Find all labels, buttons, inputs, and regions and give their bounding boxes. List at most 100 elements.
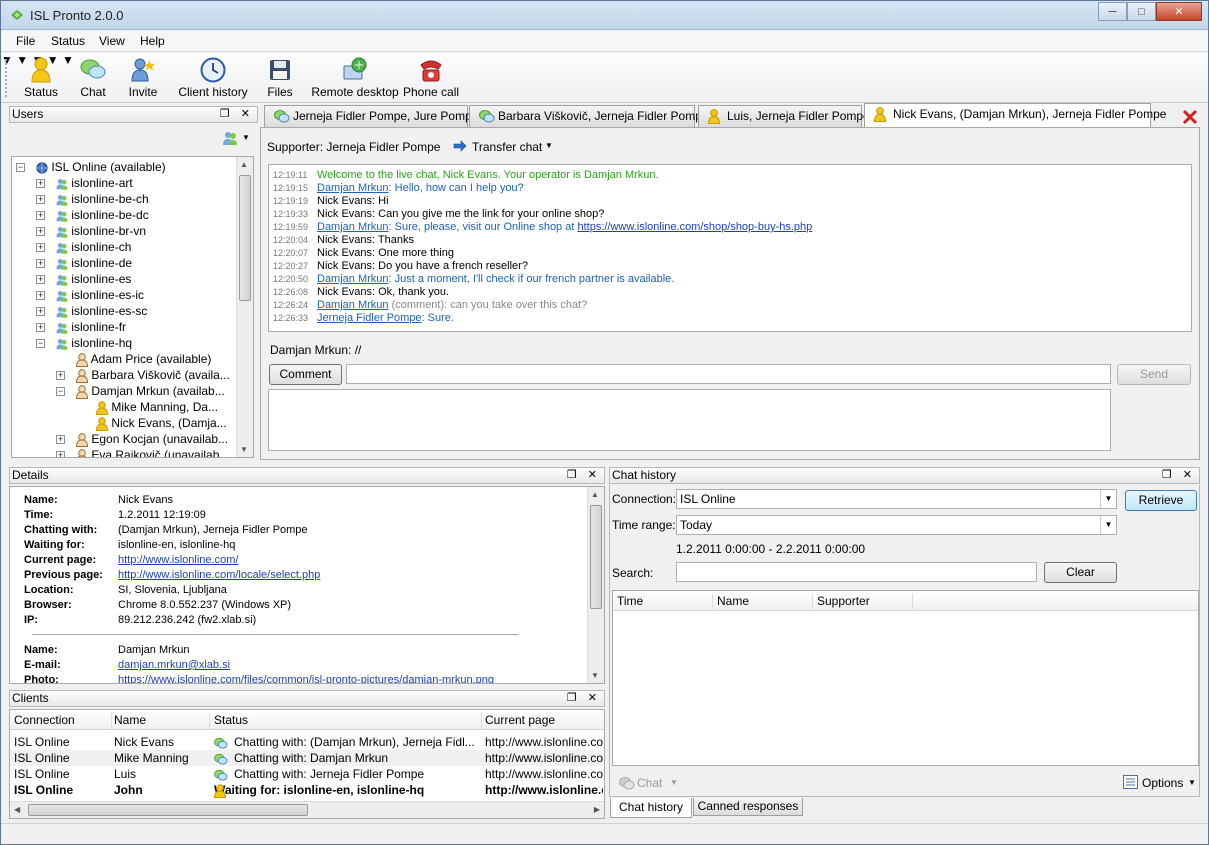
scroll-thumb[interactable] [28,804,308,816]
options-dropdown-icon[interactable]: ▼ [1188,778,1196,787]
table-row[interactable]: ISL Online Nick Evans Chatting with: (Damj… [10,734,603,750]
files-button[interactable]: Files [267,57,293,99]
tree-node[interactable]: islonline-es-ic [56,287,144,303]
expand-icon[interactable]: + [36,323,45,332]
maximize-button[interactable]: □ [1127,2,1156,21]
expand-icon[interactable]: + [36,259,45,268]
tree-node[interactable]: islonline-es-sc [56,303,147,319]
tree-node[interactable]: Adam Price (available) [76,351,211,367]
message-link[interactable]: https://www.islonline.com/shop/shop-buy-… [577,221,812,233]
clients-hscrollbar[interactable]: ◀ ▶ [10,801,604,818]
message-author-link[interactable]: Damjan Mrkun [317,221,389,233]
col-time[interactable]: Time [617,594,713,611]
col-status[interactable]: Status [214,713,482,730]
message-author-link[interactable]: Damjan Mrkun [317,182,389,194]
expand-icon[interactable]: + [36,211,45,220]
message-input[interactable] [268,389,1111,451]
transfer-chat-button[interactable]: Transfer chat [472,140,542,154]
expand-icon[interactable]: + [36,243,45,252]
message-author-link[interactable]: Damjan Mrkun [317,299,389,311]
expand-icon[interactable]: + [36,179,45,188]
tree-node[interactable]: Barbara Viškovič (availa... [76,367,230,383]
collapse-icon[interactable]: − [16,163,25,172]
close-tab-icon[interactable] [1182,109,1198,125]
collapse-icon[interactable]: − [56,387,65,396]
tree-node[interactable]: Damjan Mrkun (availab... [76,383,225,399]
history-table[interactable]: Time Name Supporter [612,590,1199,766]
chat-dropdown-icon[interactable]: ▼ [670,778,678,787]
connection-select[interactable]: ISL Online ▼ [676,489,1117,509]
toolbar-grip[interactable] [5,59,8,97]
clients-table[interactable]: Connection Name Status Current page ISL … [9,709,605,819]
menu-status[interactable]: Status [51,34,85,48]
tree-node[interactable]: Eva Rajkovič (unavailab... [76,447,229,457]
expand-icon[interactable]: + [56,371,65,380]
scroll-thumb[interactable] [239,175,251,301]
client-history-button[interactable]: Client history [178,57,248,99]
status-button[interactable]: Status [23,57,59,99]
menu-help[interactable]: Help [140,34,165,48]
tree-node[interactable]: islonline-be-ch [56,191,149,207]
chat-button[interactable]: Chat [78,57,108,99]
files-dropdown-icon[interactable]: ▼ [62,53,74,67]
tab-barbara-jerneja[interactable]: Barbara Viškovič, Jerneja Fidler Pompe [469,105,709,127]
table-row[interactable]: ISL Online John Waiting for: islonline-en… [10,782,603,798]
details-value[interactable]: https://www.islonline.com/files/common/i… [118,673,494,683]
menu-file[interactable]: File [16,34,35,48]
history-chat-button[interactable]: Chat [637,776,662,790]
message-author-link[interactable]: Damjan Mrkun [317,273,389,285]
details-value[interactable]: http://www.islonline.com/locale/select.p… [118,568,320,583]
expand-icon[interactable]: + [36,307,45,316]
options-button[interactable]: Options [1142,776,1183,790]
menu-view[interactable]: View [99,34,125,48]
clear-button[interactable]: Clear [1044,562,1117,583]
chat-log[interactable]: 12:19:11 Welcome to the live chat, Nick E… [268,164,1192,332]
scroll-left-icon[interactable]: ◀ [14,805,20,814]
phone-call-button[interactable]: Phone call [403,57,459,99]
tree-node[interactable]: islonline-br-vn [56,223,146,239]
chevron-down-icon[interactable]: ▼ [1100,490,1116,508]
tree-node[interactable]: islonline-art [56,175,133,191]
collapse-icon[interactable]: − [36,339,45,348]
tab-nick-evans[interactable]: Nick Evans, (Damjan Mrkun), Jerneja Fidl… [864,103,1166,127]
table-row[interactable]: ISL Online Luis Chatting with: Jerneja Fid… [10,766,603,782]
expand-icon[interactable]: + [56,451,65,457]
retrieve-button[interactable]: Retrieve [1125,490,1197,511]
remote-desktop-button[interactable]: Remote desktop [311,57,399,99]
details-value[interactable]: http://www.islonline.com/ [118,553,238,568]
expand-icon[interactable]: + [56,435,65,444]
tab-luis-jerneja[interactable]: Luis, Jerneja Fidler Pompe [698,105,870,127]
expand-icon[interactable]: + [36,291,45,300]
tree-node[interactable]: Mike Manning, Da... [96,399,218,415]
tree-node[interactable]: islonline-be-dc [56,207,149,223]
scroll-thumb[interactable] [590,505,602,609]
comment-button[interactable]: Comment [269,364,342,385]
details-scrollbar[interactable]: ▲ ▼ [587,487,604,683]
expand-icon[interactable]: + [36,227,45,236]
scroll-up-icon[interactable]: ▲ [591,490,599,499]
details-value[interactable]: damjan.mrkun@xlab.si [118,658,230,673]
tree-node[interactable]: islonline-hq [56,335,132,351]
tree-node[interactable]: ISL Online (available) [36,159,166,175]
tree-node[interactable]: islonline-ch [56,239,131,255]
time-range-select[interactable]: Today ▼ [676,515,1117,535]
col-supporter[interactable]: Supporter [817,594,913,611]
col-connection[interactable]: Connection [14,713,112,730]
search-input[interactable] [676,562,1037,582]
minimize-button[interactable]: ─ [1098,2,1127,21]
comment-input[interactable] [346,364,1111,384]
scroll-down-icon[interactable]: ▼ [591,671,599,680]
col-current-page[interactable]: Current page [485,713,604,730]
users-group-icon[interactable] [222,130,238,146]
close-window-button[interactable]: ✕ [1156,2,1202,21]
col-name[interactable]: Name [114,713,210,730]
table-row[interactable]: ISL Online Mike Manning Chatting with: Dam… [10,750,603,766]
scroll-up-icon[interactable]: ▲ [240,160,248,169]
tree-node[interactable]: Egon Kocjan (unavailab... [76,431,228,447]
col-name[interactable]: Name [717,594,813,611]
users-tree[interactable]: ▲ ▼ − ISL Online (available) + islonline-… [11,156,254,458]
scroll-down-icon[interactable]: ▼ [240,445,248,454]
tab-chat-history[interactable]: Chat history [610,798,692,818]
panel-float-close-icons[interactable]: ❐ ✕ [220,107,254,122]
message-author-link[interactable]: Jerneja Fidler Pompe [317,312,422,324]
